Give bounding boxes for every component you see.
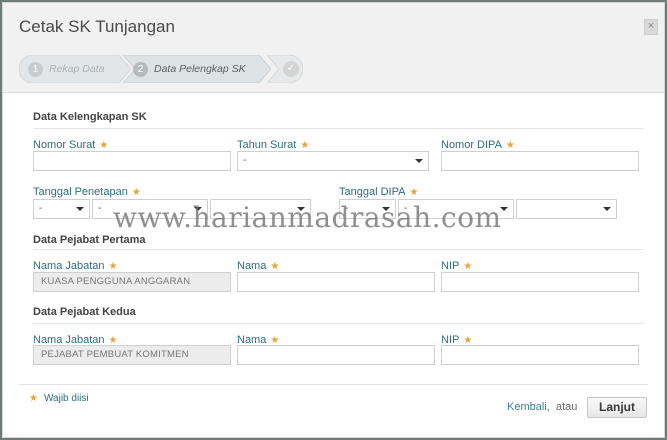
label-nama-jabatan-1: Nama Jabatan ★ (33, 260, 118, 272)
step-data-pelengkap-sk[interactable]: 2 Data Pelengkap SK (123, 55, 271, 83)
tanggal-dipa-month-select[interactable]: - (398, 199, 514, 219)
back-link[interactable]: Kembali, (507, 401, 550, 413)
required-star-icon: ★ (99, 140, 109, 151)
select-value: - (345, 203, 349, 214)
tanggal-dipa-day-select[interactable]: - (339, 199, 396, 219)
dialog-title: Cetak SK Tunjangan (19, 17, 175, 36)
section-title-kelengkapan: Data Kelengkapan SK (33, 111, 147, 123)
tanggal-penetapan-day-select[interactable]: - (33, 199, 90, 219)
required-note: ★ Wajib diisi (29, 393, 89, 404)
label-tanggal-dipa: Tanggal DIPA ★ (339, 186, 419, 198)
close-button[interactable]: × (644, 19, 658, 35)
check-icon: ✓ (283, 61, 299, 77)
select-value: - (98, 203, 102, 214)
label-nomor-surat: Nomor Surat ★ (33, 139, 109, 151)
divider (33, 249, 644, 250)
caret-down-icon (603, 207, 611, 211)
label-nama-1: Nama ★ (237, 260, 280, 272)
nama-jabatan-2-field: PEJABAT PEMBUAT KOMITMEN (33, 345, 231, 365)
nama-2-input[interactable] (237, 345, 435, 365)
nomor-dipa-input[interactable] (441, 151, 639, 171)
nomor-surat-input[interactable] (33, 151, 231, 171)
wizard-stepper: 1 Rekap Data 2 Data Pelengkap SK ✓ (19, 55, 303, 83)
caret-down-icon (415, 159, 423, 163)
nama-1-input[interactable] (237, 272, 435, 292)
footer-divider (19, 384, 648, 385)
caret-down-icon (297, 207, 305, 211)
step-label: Data Pelengkap SK (154, 63, 246, 75)
required-star-icon: ★ (108, 261, 118, 272)
nama-jabatan-1-field: KUASA PENGGUNA ANGGARAN (33, 272, 231, 292)
required-star-icon: ★ (505, 140, 515, 151)
required-star-icon: ★ (29, 393, 38, 404)
section-title-pejabat-kedua: Data Pejabat Kedua (33, 306, 136, 318)
or-text: atau (556, 401, 578, 413)
select-value: - (404, 203, 408, 214)
required-star-icon: ★ (409, 187, 419, 198)
dialog: Cetak SK Tunjangan × 1 Rekap Data 2 Data… (2, 2, 665, 438)
step-label: Rekap Data (49, 63, 105, 75)
caret-down-icon (382, 207, 390, 211)
label-tahun-surat: Tahun Surat ★ (237, 139, 310, 151)
caret-down-icon (194, 207, 202, 211)
caret-down-icon (76, 207, 84, 211)
required-star-icon: ★ (131, 187, 141, 198)
tanggal-dipa-year-select[interactable] (516, 199, 617, 219)
required-star-icon: ★ (270, 261, 280, 272)
tahun-surat-select[interactable]: - (237, 151, 429, 171)
nip-1-input[interactable] (441, 272, 639, 292)
section-title-pejabat-pertama: Data Pejabat Pertama (33, 234, 146, 246)
dialog-header: Cetak SK Tunjangan × 1 Rekap Data 2 Data… (3, 3, 664, 93)
tanggal-penetapan-month-select[interactable]: - (92, 199, 208, 219)
tanggal-penetapan-year-select[interactable] (210, 199, 311, 219)
required-star-icon: ★ (300, 140, 310, 151)
label-nomor-dipa: Nomor DIPA ★ (441, 139, 515, 151)
required-note-text: Wajib diisi (43, 393, 89, 404)
label-tanggal-penetapan: Tanggal Penetapan ★ (33, 186, 141, 198)
divider (33, 128, 644, 129)
step-number: 1 (28, 62, 43, 77)
caret-down-icon (500, 207, 508, 211)
select-value: - (39, 203, 43, 214)
select-value: - (243, 155, 247, 166)
next-button[interactable]: Lanjut (587, 397, 647, 418)
label-nip-1: NIP ★ (441, 260, 473, 272)
step-rekap-data[interactable]: 1 Rekap Data (19, 55, 131, 83)
required-star-icon: ★ (463, 261, 473, 272)
nip-2-input[interactable] (441, 345, 639, 365)
divider (33, 323, 644, 324)
step-number: 2 (133, 62, 148, 77)
